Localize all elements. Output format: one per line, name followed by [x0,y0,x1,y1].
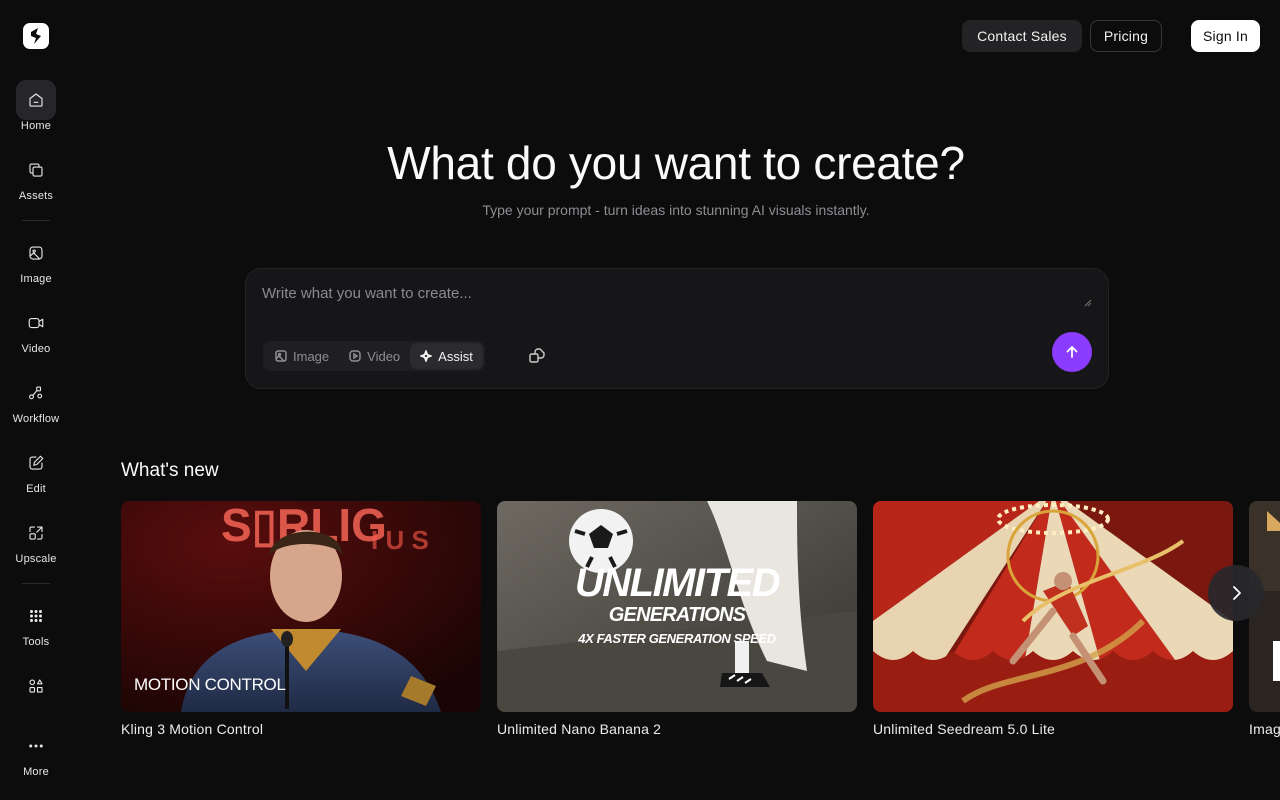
sidebar-item-workflow[interactable]: Workflow [0,373,72,425]
image-icon [275,350,287,362]
workflow-icon [29,386,43,400]
style-picker-icon[interactable] [528,347,546,365]
prompt-box: Image Video Assist [245,268,1109,389]
sidebar-item-label: More [23,766,49,778]
carousel-next-button[interactable] [1208,565,1264,621]
card-caption[interactable]: Kling 3 Motion Control [121,721,263,737]
page-title: What do you want to create? [387,137,965,189]
sidebar-divider [22,220,50,221]
sidebar: Home Assets Image Video Workflow Edit Up… [0,0,72,800]
sidebar-item-image[interactable]: Image [0,233,72,285]
card-image [873,501,1233,712]
sidebar-item-edit[interactable]: Edit [0,443,72,495]
card-unlimited-seedream[interactable] [873,501,1233,712]
sidebar-item-upscale[interactable]: Upscale [0,513,72,565]
card-overlay-text: MOTION CONTROL [134,675,286,694]
prompt-input[interactable] [262,285,1092,311]
page-subtitle: Type your prompt - turn ideas into stunn… [482,202,870,218]
apps-icon [29,679,43,693]
card-overlay-tagline: 4X FASTER GENERATION SPEED [578,631,776,646]
more-icon [29,744,43,748]
mode-video-tab[interactable]: Video [339,343,410,369]
sidebar-item-tools[interactable]: Tools [0,596,72,648]
svg-text:I U S: I U S [371,525,429,555]
video-icon [28,317,44,329]
sign-in-button[interactable]: Sign In [1191,20,1260,52]
sidebar-item-label: Upscale [15,553,57,565]
logo-icon[interactable] [22,22,50,50]
sidebar-item-label: Tools [22,636,50,648]
grid-icon [30,610,42,622]
sidebar-item-more[interactable]: More [0,726,72,778]
section-title-whats-new: What's new [121,460,219,481]
sidebar-divider [22,583,50,584]
card-kling-motion-control[interactable]: S▯RLIG I U S MOTION CONTROL [121,501,481,712]
pricing-button[interactable]: Pricing [1090,20,1162,52]
card-caption[interactable]: Imag [1249,721,1280,737]
card-caption[interactable]: Unlimited Seedream 5.0 Lite [873,721,1055,737]
edit-icon [29,455,44,470]
mode-image-tab[interactable]: Image [265,343,339,369]
sidebar-item-label: Workflow [12,413,60,425]
mode-label: Video [367,348,401,364]
sidebar-item-label: Image [20,273,52,285]
sparkle-icon [420,350,433,362]
sidebar-item-home[interactable]: Home [0,80,72,132]
contact-sales-button[interactable]: Contact Sales [962,20,1082,52]
sidebar-item-label: Home [20,120,52,132]
mode-label: Assist [438,348,473,364]
send-button[interactable] [1052,332,1092,372]
resize-handle-icon[interactable] [1084,299,1092,307]
upscale-icon [29,526,43,540]
card-overlay-subtitle: GENERATIONS [608,604,746,626]
card-overlay-title: UNLIMITED [574,561,781,605]
card-unlimited-nano-banana[interactable]: UNLIMITED GENERATIONS 4X FASTER GENERATI… [497,501,857,712]
sidebar-item-label: Edit [26,483,46,495]
video-icon [349,350,361,362]
chevron-right-icon [1233,586,1241,600]
mode-label: Image [293,348,330,364]
card-caption[interactable]: Unlimited Nano Banana 2 [497,721,661,737]
mode-selector: Image Video Assist [263,341,485,371]
mode-assist-tab[interactable]: Assist [410,343,483,369]
image-icon [29,246,43,260]
sidebar-item-label: Assets [18,190,54,202]
sidebar-item-video[interactable]: Video [0,303,72,355]
sidebar-item-label: Video [21,343,51,355]
home-icon [29,93,43,107]
arrow-up-icon [1066,346,1078,358]
sidebar-item-apps[interactable] [0,666,72,706]
